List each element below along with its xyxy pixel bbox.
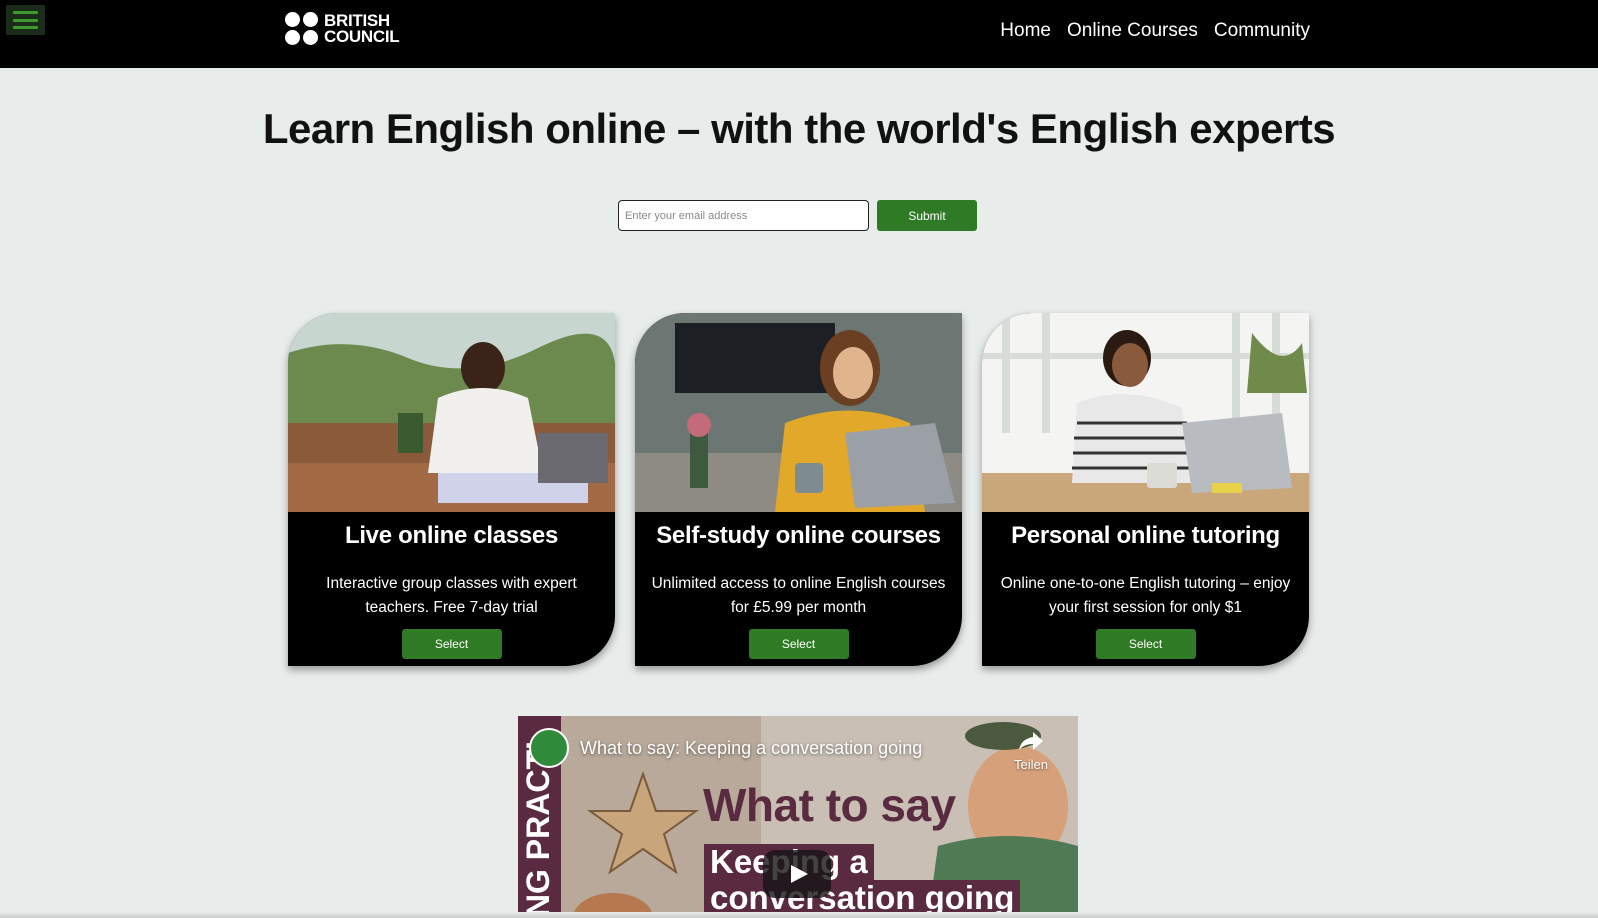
card-self-study-courses: Self-study online courses Unlimited acce…: [635, 313, 962, 666]
email-signup-form: Submit: [618, 200, 977, 231]
share-arrow-icon: [1019, 732, 1043, 750]
select-button-tutoring[interactable]: Select: [1095, 629, 1196, 659]
submit-button[interactable]: Submit: [877, 200, 977, 231]
british-council-logo[interactable]: BRITISH COUNCIL: [285, 12, 400, 46]
card-title: Live online classes: [344, 522, 559, 549]
bottom-divider: [0, 912, 1598, 918]
video-headline: What to say: [703, 779, 956, 831]
main-nav: Home Online Courses Community: [1000, 20, 1310, 42]
card-personal-tutoring: Personal online tutoring Online one-to-o…: [982, 313, 1309, 666]
logo-text-line2: COUNCIL: [324, 26, 400, 46]
select-button-self-study[interactable]: Select: [748, 629, 849, 659]
page-title: Learn English online – with the world's …: [262, 105, 1336, 152]
card-photo-man-with-headphones: [982, 313, 1309, 512]
card-description: Online one-to-one English tutoring – enj…: [1000, 575, 1291, 616]
nav-link-online-courses[interactable]: Online Courses: [1067, 20, 1198, 42]
card-description: Interactive group classes with expert te…: [326, 575, 577, 616]
video-subheadline: Keeping a conversation going: [704, 844, 1021, 916]
video-player[interactable]: ING PRACTI What to say: Keeping a conver…: [518, 716, 1078, 918]
play-icon[interactable]: [763, 850, 831, 898]
logo-dots-icon: [285, 12, 318, 45]
select-button-live-classes[interactable]: Select: [401, 629, 502, 659]
nav-link-home[interactable]: Home: [1000, 20, 1051, 42]
card-title: Self-study online courses: [656, 522, 941, 549]
card-photo-student-writing: [288, 313, 615, 512]
card-live-online-classes: Live online classes Interactive group cl…: [288, 313, 615, 666]
share-label: Teilen: [1014, 757, 1048, 772]
card-title: Personal online tutoring: [1011, 522, 1280, 549]
card-photo-smiling-woman: [635, 313, 962, 512]
nav-link-community[interactable]: Community: [1214, 20, 1310, 42]
share-button[interactable]: Teilen: [1001, 730, 1061, 772]
hamburger-menu-icon[interactable]: [6, 5, 45, 35]
video-title[interactable]: What to say: Keeping a conversation goin…: [580, 738, 922, 759]
card-description: Unlimited access to online English cours…: [651, 575, 946, 616]
video-subheadline-line2: conversation going: [704, 880, 1021, 916]
channel-avatar-icon[interactable]: [529, 728, 569, 768]
email-field[interactable]: [618, 200, 869, 231]
top-navigation-bar: BRITISH COUNCIL Home Online Courses Comm…: [0, 0, 1598, 68]
